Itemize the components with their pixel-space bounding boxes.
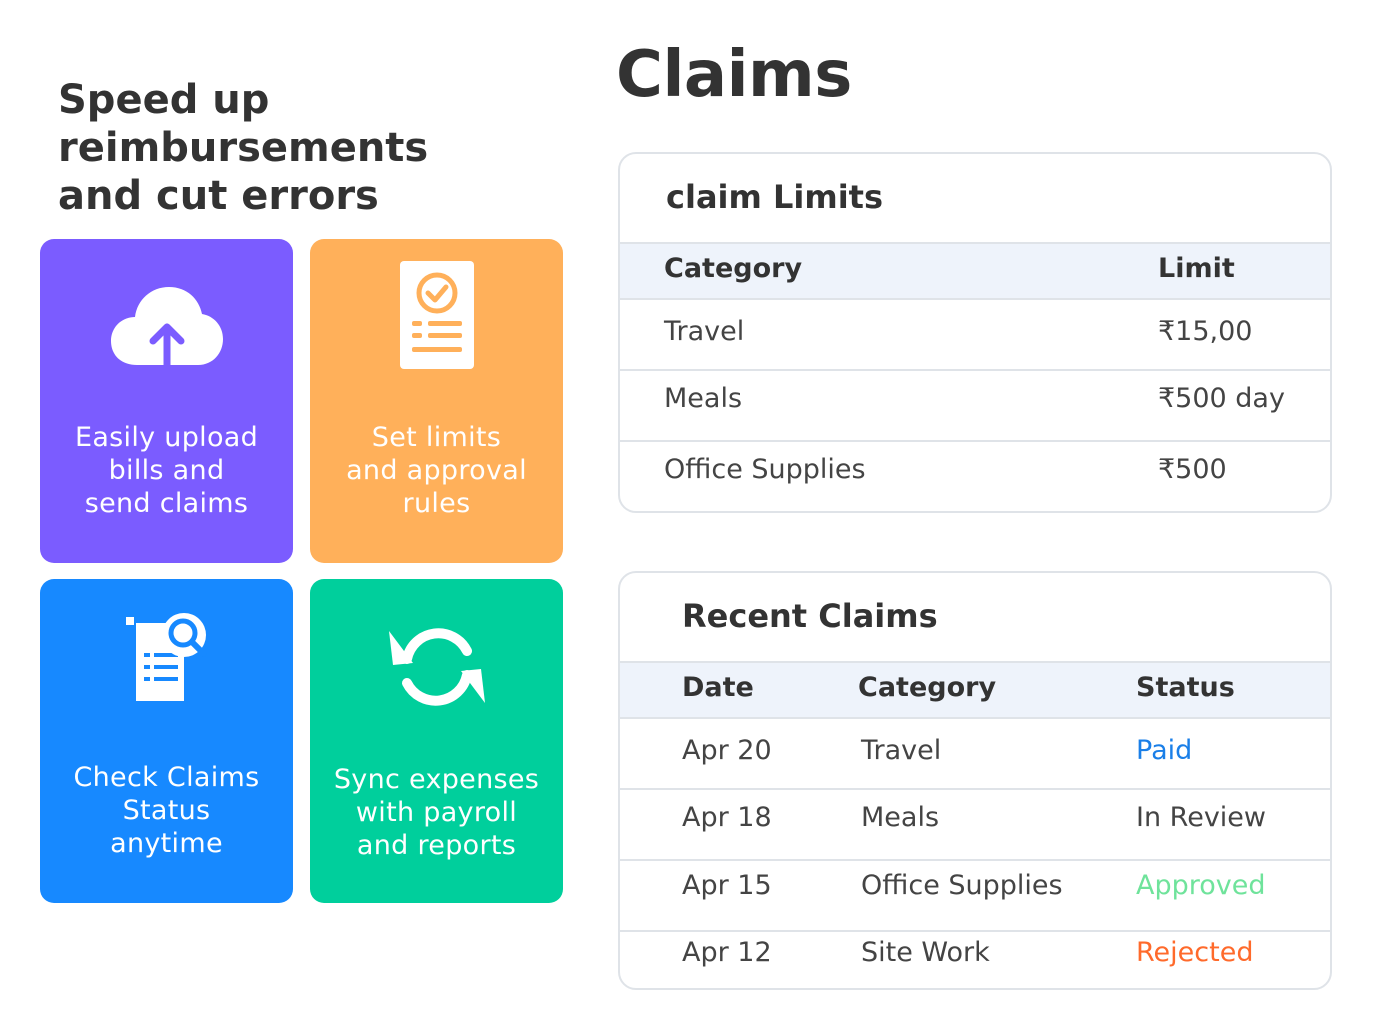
claim-category: Site Work bbox=[861, 937, 990, 968]
table-row[interactable]: Meals ₹500 day bbox=[620, 369, 1330, 440]
status-badge: In Review bbox=[1136, 802, 1266, 833]
feature-label: Set limits and approval rules bbox=[346, 422, 527, 519]
feature-label: Check Claims Status anytime bbox=[73, 762, 260, 859]
claim-date: Apr 20 bbox=[682, 735, 772, 766]
feature-tile-limits[interactable]: Set limits and approval rules bbox=[310, 239, 563, 563]
column-header-date: Date bbox=[682, 672, 754, 703]
checklist-document-icon bbox=[310, 261, 563, 369]
feature-tile-sync[interactable]: Sync expenses with payroll and reports bbox=[310, 579, 563, 903]
table-row[interactable]: Apr 12 Site Work Rejected bbox=[620, 930, 1330, 988]
recent-claims-title: Recent Claims bbox=[682, 597, 938, 635]
cloud-upload-icon bbox=[40, 287, 293, 367]
feature-label: Easily upload bills and send claims bbox=[74, 422, 259, 519]
recent-claims-card: Recent Claims Date Category Status Apr 2… bbox=[618, 571, 1332, 990]
claim-limits-title: claim Limits bbox=[666, 178, 883, 216]
claim-category: Office Supplies bbox=[861, 870, 1063, 901]
claim-category: Meals bbox=[861, 802, 940, 833]
claim-limits-card: claim Limits Category Limit Travel ₹15,0… bbox=[618, 152, 1332, 513]
limit-value: ₹15,00 bbox=[1158, 316, 1253, 347]
claim-date: Apr 12 bbox=[682, 937, 772, 968]
status-badge: Paid bbox=[1136, 735, 1193, 766]
status-badge: Approved bbox=[1136, 870, 1266, 901]
claim-date: Apr 18 bbox=[682, 802, 772, 833]
table-row[interactable]: Office Supplies ₹500 bbox=[620, 440, 1330, 511]
limit-category: Travel bbox=[664, 316, 745, 347]
limit-category: Office Supplies bbox=[664, 454, 866, 485]
limit-value: ₹500 bbox=[1158, 454, 1227, 485]
tagline: Speed up reimbursements and cut errors bbox=[58, 77, 429, 219]
column-header-category: Category bbox=[664, 253, 803, 284]
sync-icon bbox=[310, 625, 563, 709]
status-badge: Rejected bbox=[1136, 937, 1254, 968]
limit-value: ₹500 day bbox=[1158, 383, 1285, 414]
table-header-row: Date Category Status bbox=[620, 661, 1330, 717]
table-row[interactable]: Apr 15 Office Supplies Approved bbox=[620, 859, 1330, 930]
claim-category: Travel bbox=[861, 735, 942, 766]
column-header-category: Category bbox=[858, 672, 997, 703]
feature-tile-upload[interactable]: Easily upload bills and send claims bbox=[40, 239, 293, 563]
table-row[interactable]: Apr 18 Meals In Review bbox=[620, 788, 1330, 859]
document-search-icon bbox=[40, 609, 293, 703]
feature-label: Sync expenses with payroll and reports bbox=[333, 764, 540, 861]
column-header-limit: Limit bbox=[1158, 253, 1235, 284]
table-header-row: Category Limit bbox=[620, 242, 1330, 298]
claim-date: Apr 15 bbox=[682, 870, 772, 901]
column-header-status: Status bbox=[1136, 672, 1235, 703]
limit-category: Meals bbox=[664, 383, 743, 414]
table-row[interactable]: Apr 20 Travel Paid bbox=[620, 717, 1330, 788]
table-row[interactable]: Travel ₹15,00 bbox=[620, 298, 1330, 369]
feature-tile-status[interactable]: Check Claims Status anytime bbox=[40, 579, 293, 903]
page-title: Claims bbox=[616, 38, 852, 112]
